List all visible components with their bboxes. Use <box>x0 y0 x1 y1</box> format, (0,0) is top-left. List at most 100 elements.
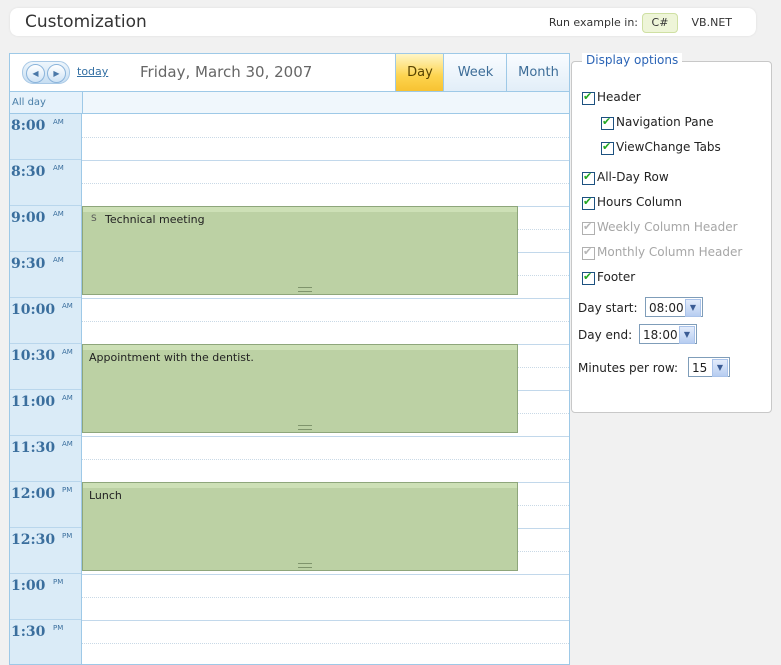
row-divider <box>82 321 569 322</box>
hour-label: 9:00 <box>11 210 46 226</box>
minutes-per-row-select[interactable]: 15 ▼ <box>688 357 730 377</box>
tab-month[interactable]: Month <box>506 54 569 91</box>
chevron-down-icon[interactable]: ▼ <box>679 326 695 344</box>
right-arrow-icon[interactable]: ▶ <box>47 64 66 83</box>
ampm-label: AM <box>62 440 73 448</box>
appointment-topbar <box>83 345 517 350</box>
scheduler: ◀ ▶ today Friday, March 30, 2007 Day Wee… <box>9 53 570 665</box>
hour-label: 12:30 <box>11 532 56 548</box>
row-divider <box>82 620 569 621</box>
checkbox-label: Header <box>597 90 641 104</box>
hour-cell: 9:30 AM <box>10 252 81 298</box>
hour-cell: 8:30 AM <box>10 160 81 206</box>
all-day-cell[interactable] <box>82 92 569 114</box>
all-day-label: All day <box>10 92 83 114</box>
checkbox-icon[interactable] <box>582 195 595 210</box>
resize-handle[interactable] <box>298 425 312 430</box>
checkbox-label: Weekly Column Header <box>597 220 738 234</box>
chevron-down-icon[interactable]: ▼ <box>685 299 701 317</box>
day-end-label: Day end: <box>578 328 633 342</box>
appointment-subject: Technical meeting <box>105 213 205 226</box>
checkbox-label: Hours Column <box>597 195 682 209</box>
row-divider <box>82 574 569 575</box>
appointment-topbar <box>83 483 517 488</box>
day-end-select[interactable]: 18:00 ▼ <box>639 324 697 344</box>
appointment-subject: Appointment with the dentist. <box>89 351 254 364</box>
language-vbnet-link[interactable]: VB.NET <box>692 16 732 29</box>
appointment-lunch[interactable]: Lunch <box>82 482 518 571</box>
hour-cell: 1:30 PM <box>10 620 81 664</box>
day-end-value: 18:00 <box>643 328 678 342</box>
title-bar: Customization Run example in: C# VB.NET <box>10 8 756 36</box>
hour-label: 11:30 <box>11 440 56 456</box>
hour-cell: 12:30 PM <box>10 528 81 574</box>
display-options-panel: Display options Header Navigation Pane V… <box>571 53 772 413</box>
language-csharp-button[interactable]: C# <box>642 13 678 33</box>
time-grid[interactable]: S Technical meeting Appointment with the… <box>82 114 569 664</box>
hour-cell: 12:00 PM <box>10 482 81 528</box>
ampm-label: PM <box>53 578 64 586</box>
hour-cell: 10:30 AM <box>10 344 81 390</box>
row-divider <box>82 298 569 299</box>
checkbox-icon[interactable] <box>582 90 595 105</box>
day-start-label: Day start: <box>578 301 638 315</box>
appointment-dentist[interactable]: Appointment with the dentist. <box>82 344 518 433</box>
hour-label: 11:00 <box>11 394 56 410</box>
ampm-label: AM <box>62 302 73 310</box>
chevron-down-icon[interactable]: ▼ <box>712 359 728 377</box>
checkbox-label: All-Day Row <box>597 170 669 184</box>
current-date: Friday, March 30, 2007 <box>140 63 313 81</box>
hour-cell: 8:00 AM <box>10 114 81 160</box>
hour-cell: 1:00 PM <box>10 574 81 620</box>
today-link[interactable]: today <box>77 65 108 78</box>
hour-cell: 9:00 AM <box>10 206 81 252</box>
scheduler-header: ◀ ▶ today Friday, March 30, 2007 Day Wee… <box>10 54 569 92</box>
checkbox-icon <box>582 220 595 235</box>
row-divider <box>82 183 569 184</box>
checkbox-icon[interactable] <box>601 140 614 155</box>
recurrence-icon: S <box>91 214 97 224</box>
ampm-label: PM <box>62 486 73 494</box>
hour-label: 1:30 <box>11 624 46 640</box>
resize-handle[interactable] <box>298 287 312 292</box>
row-divider <box>82 643 569 644</box>
tab-week[interactable]: Week <box>443 54 507 91</box>
run-example-label: Run example in: <box>548 16 638 29</box>
page-title: Customization <box>25 12 147 32</box>
appointment-technical-meeting[interactable]: S Technical meeting <box>82 206 518 295</box>
day-start-value: 08:00 <box>649 301 684 315</box>
ampm-label: AM <box>62 394 73 402</box>
checkbox-label: Navigation Pane <box>616 115 714 129</box>
appointment-subject: Lunch <box>89 489 122 502</box>
hour-label: 1:00 <box>11 578 46 594</box>
ampm-label: PM <box>62 532 73 540</box>
resize-handle[interactable] <box>298 563 312 568</box>
ampm-label: AM <box>53 164 64 172</box>
row-divider <box>82 597 569 598</box>
navigation-pane: ◀ ▶ <box>22 61 70 84</box>
checkbox-label: Monthly Column Header <box>597 245 743 259</box>
checkbox-label: ViewChange Tabs <box>616 140 721 154</box>
hour-label: 12:00 <box>11 486 56 502</box>
hours-column: 8:00 AM 8:30 AM 9:00 AM 9:30 AM 10:00 AM 10:3… <box>10 114 82 664</box>
checkbox-icon <box>582 245 595 260</box>
ampm-label: AM <box>53 256 64 264</box>
checkbox-icon[interactable] <box>582 170 595 185</box>
hour-cell: 11:00 AM <box>10 390 81 436</box>
row-divider <box>82 436 569 437</box>
ampm-label: AM <box>53 118 64 126</box>
left-arrow-icon[interactable]: ◀ <box>26 64 45 83</box>
tab-day[interactable]: Day <box>395 54 444 91</box>
checkbox-label: Footer <box>597 270 636 284</box>
day-start-select[interactable]: 08:00 ▼ <box>645 297 703 317</box>
checkbox-icon[interactable] <box>582 270 595 285</box>
hour-label: 9:30 <box>11 256 46 272</box>
hour-label: 8:30 <box>11 164 46 180</box>
row-divider <box>82 160 569 161</box>
checkbox-icon[interactable] <box>601 115 614 130</box>
row-divider <box>82 137 569 138</box>
hour-label: 10:30 <box>11 348 56 364</box>
hour-label: 10:00 <box>11 302 56 318</box>
hour-label: 8:00 <box>11 118 46 134</box>
hour-cell: 10:00 AM <box>10 298 81 344</box>
